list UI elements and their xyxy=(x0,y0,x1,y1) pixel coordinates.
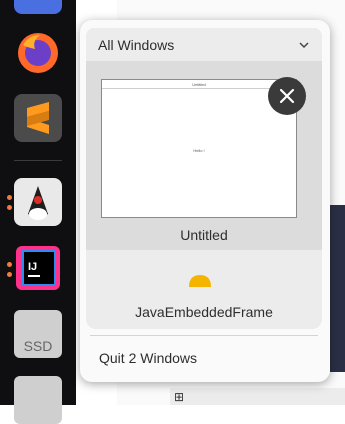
close-window-button[interactable] xyxy=(268,77,306,115)
partial-drive-icon[interactable] xyxy=(14,376,62,424)
quit-windows-button[interactable]: Quit 2 Windows xyxy=(99,350,197,366)
menu-divider xyxy=(90,335,318,336)
running-indicator xyxy=(7,195,12,200)
java-app-icon[interactable] xyxy=(14,178,62,226)
window-filter-dropdown[interactable]: All Windows xyxy=(86,28,322,61)
dock-separator xyxy=(14,160,62,161)
thumbnail-body-text: Hello ! xyxy=(193,148,205,153)
java-window-icon[interactable] xyxy=(187,273,213,294)
ssd-label: SSD xyxy=(23,338,53,354)
partial-app-icon[interactable] xyxy=(14,0,62,14)
svg-text:IJ: IJ xyxy=(28,261,37,273)
background-bottom-bar: ⊞ xyxy=(170,388,345,405)
window-title-javaembeddedframe[interactable]: JavaEmbeddedFrame xyxy=(86,304,322,320)
intellij-idea-icon[interactable]: IJ xyxy=(14,244,62,292)
running-indicator xyxy=(7,262,12,267)
window-filter-label: All Windows xyxy=(98,37,175,53)
sublime-text-icon[interactable] xyxy=(14,94,62,142)
window-picker-popup: All Windows Untitled Hello ! Untitled Ja… xyxy=(80,20,330,382)
background-strip xyxy=(330,205,345,372)
running-indicator xyxy=(7,272,12,277)
grid-icon[interactable]: ⊞ xyxy=(174,390,184,404)
dock: IJ SSD xyxy=(0,0,76,424)
running-indicator xyxy=(7,205,12,210)
firefox-icon[interactable] xyxy=(14,29,62,77)
window-title-untitled: Untitled xyxy=(180,227,228,243)
ssd-drive-icon[interactable]: SSD xyxy=(14,310,62,358)
thumbnail-divider xyxy=(102,88,296,89)
close-icon xyxy=(279,88,295,104)
chevron-down-icon xyxy=(298,38,310,56)
thumbnail-title: Untitled xyxy=(192,82,206,87)
